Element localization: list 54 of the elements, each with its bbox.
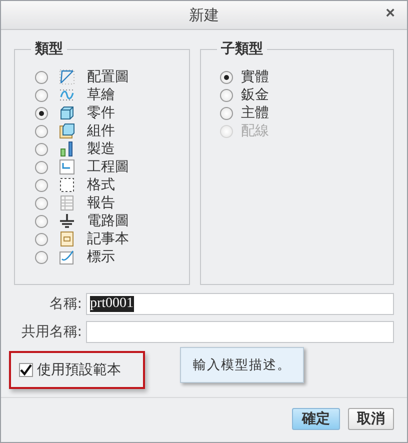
option-label: 主體 (241, 104, 269, 122)
option-label: 組件 (87, 122, 115, 140)
radio-button[interactable] (220, 70, 233, 84)
option-label: 記事本 (87, 230, 129, 248)
default-template-checkbox[interactable]: 使用預設範本 (19, 361, 121, 379)
group-title: 子類型 (217, 40, 267, 58)
tooltip: 輸入模型描述。 (180, 347, 304, 383)
name-input[interactable]: prt0001 (86, 293, 394, 315)
option-label: 實體 (241, 68, 269, 86)
tool-icon (59, 141, 75, 157)
cube-icon (59, 123, 75, 139)
pen-sheet-icon (59, 249, 75, 265)
radio-button[interactable] (220, 88, 233, 102)
radio-button[interactable] (35, 214, 48, 228)
line-drawing-icon (59, 69, 75, 85)
option-label: 草繪 (87, 86, 115, 104)
option-label: 工程圖 (87, 158, 129, 176)
drawing-sheet-icon (59, 159, 75, 175)
radio-button[interactable] (35, 232, 48, 246)
ok-button[interactable]: 確定 (292, 408, 340, 430)
dashed-frame-icon (59, 177, 75, 193)
radio-button[interactable] (35, 106, 48, 120)
wave-icon (59, 87, 75, 103)
checkbox[interactable] (19, 363, 33, 377)
field-label: 共用名稱: (20, 323, 82, 341)
option-label: 零件 (87, 104, 115, 122)
option-label: 製造 (87, 140, 115, 158)
table-icon (59, 195, 75, 211)
option-label: 配線 (241, 122, 269, 140)
option-label: 配置圖 (87, 68, 129, 86)
cancel-button[interactable]: 取消 (348, 408, 394, 430)
window-title: 新建 (189, 6, 219, 24)
cube-icon (59, 105, 75, 121)
notepad-icon (59, 231, 75, 247)
option-label: 標示 (87, 248, 115, 266)
radio-button[interactable] (35, 250, 48, 264)
radio-button[interactable] (35, 124, 48, 138)
option-label: 報告 (87, 194, 115, 212)
group-title: 類型 (31, 40, 67, 58)
radio-button[interactable] (220, 106, 233, 120)
ground-symbol-icon (59, 213, 75, 229)
radio-button[interactable] (35, 178, 48, 192)
radio-button[interactable] (35, 88, 48, 102)
option-label: 電路圖 (87, 212, 129, 230)
radio-button[interactable] (35, 70, 48, 84)
field-label: 名稱: (48, 295, 82, 313)
close-button[interactable]: × (384, 5, 397, 23)
option-label: 鈑金 (241, 86, 269, 104)
radio-button[interactable] (35, 142, 48, 156)
common-name-input[interactable] (86, 321, 394, 343)
radio-button[interactable] (35, 196, 48, 210)
radio-button[interactable] (35, 160, 48, 174)
option-label: 格式 (87, 176, 115, 194)
checkbox-label: 使用預設範本 (37, 361, 121, 379)
